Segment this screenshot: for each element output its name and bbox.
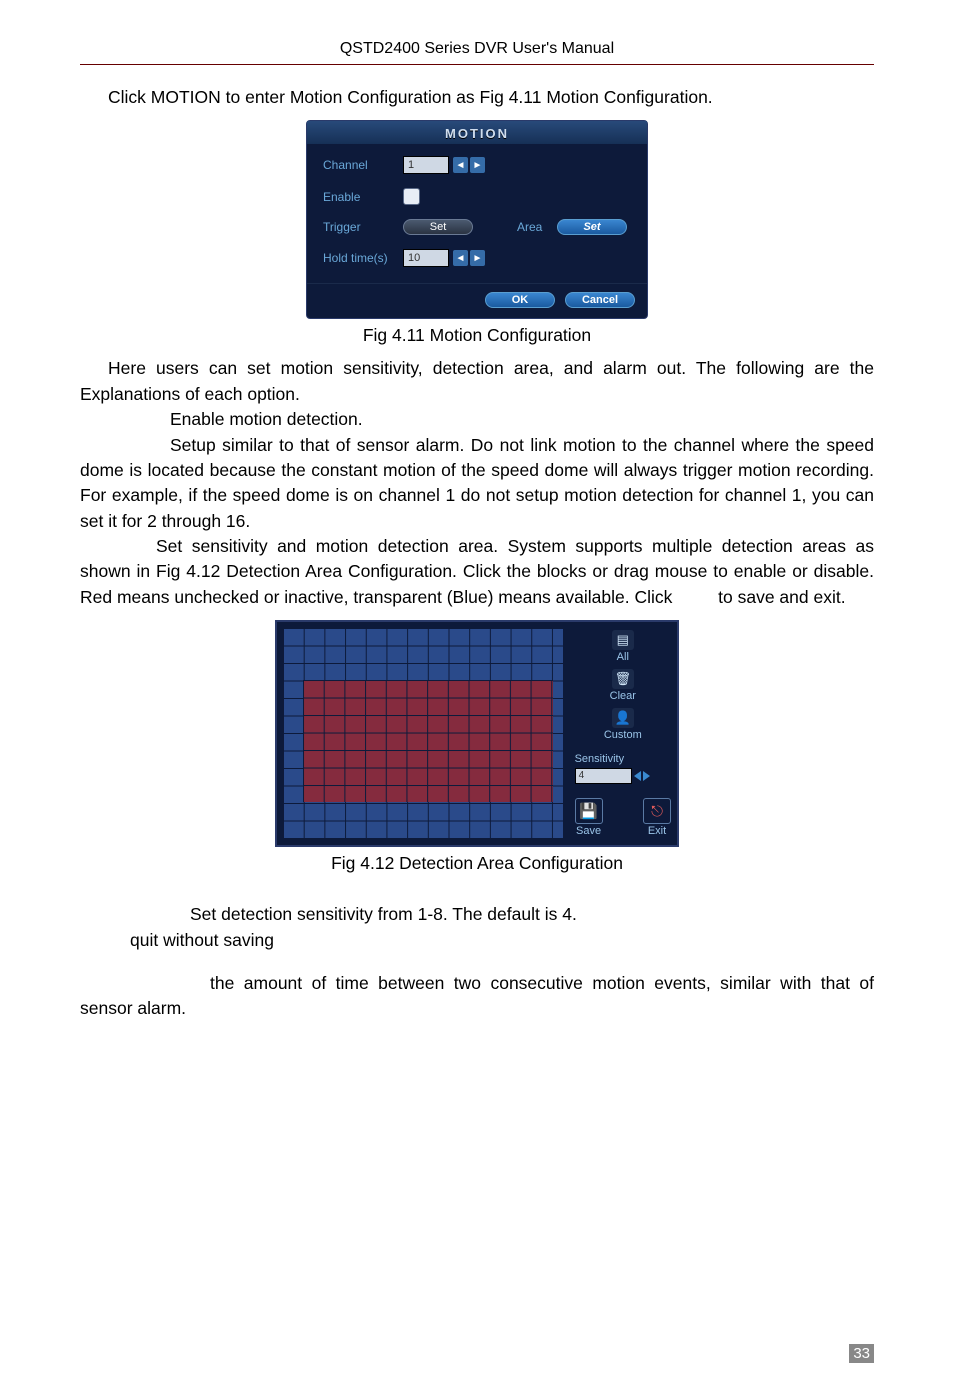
area-label: Area (517, 220, 557, 234)
paragraph-text: to save and exit. (718, 587, 845, 607)
cancel-button[interactable]: Cancel (565, 292, 635, 308)
trigger-set-button[interactable]: Set (403, 219, 473, 235)
figure-caption: Fig 4.12 Detection Area Configuration (80, 853, 874, 874)
channel-increment-icon[interactable]: ► (470, 157, 485, 173)
custom-icon: 👤 (612, 708, 634, 728)
holdtime-decrement-icon[interactable]: ◄ (453, 250, 468, 266)
sensitivity-increment-icon[interactable] (643, 771, 650, 781)
page-header: QSTD2400 Series DVR User's Manual (80, 40, 874, 65)
channel-input[interactable]: 1 (403, 156, 449, 174)
sensitivity-label: Sensitivity (575, 753, 671, 765)
sensitivity-input[interactable]: 4 (575, 768, 632, 784)
channel-label: Channel (323, 158, 403, 172)
motion-dialog: MOTION Channel 1 ◄ ► Enable Trigger Se (306, 120, 648, 319)
clear-label: Clear (610, 690, 636, 702)
holdtime-increment-icon[interactable]: ► (470, 250, 485, 266)
figure-caption: Fig 4.11 Motion Configuration (80, 325, 874, 346)
dialog-title: MOTION (307, 121, 647, 144)
paragraph: Set detection sensitivity from 1-8. The … (80, 902, 874, 927)
custom-label: Custom (604, 729, 642, 741)
holdtime-label: Hold time(s) (323, 251, 403, 265)
exit-button[interactable]: ⎋ Exit (643, 798, 671, 837)
paragraph: Enable motion detection. (80, 407, 874, 432)
save-icon: 💾 (575, 798, 603, 824)
all-button[interactable]: ▤ All (575, 630, 671, 663)
paragraph: Setup similar to that of sensor alarm. D… (80, 433, 874, 535)
clear-icon: 🗑 (612, 669, 634, 689)
paragraph: quit without saving (80, 928, 874, 953)
enable-label: Enable (323, 190, 403, 204)
custom-button[interactable]: 👤 Custom (575, 708, 671, 741)
channel-decrement-icon[interactable]: ◄ (453, 157, 468, 173)
exit-label: Exit (648, 825, 666, 837)
save-label: Save (576, 825, 601, 837)
paragraph: the amount of time between two consecuti… (80, 971, 874, 1022)
detection-inactive-zone (303, 680, 553, 802)
paragraph: Set sensitivity and motion detection are… (80, 534, 874, 610)
detection-area-dialog: ▤ All 🗑 Clear 👤 Custom Sensitivity (275, 620, 679, 847)
paragraph: Click MOTION to enter Motion Configurati… (80, 85, 874, 110)
save-button[interactable]: 💾 Save (575, 798, 603, 837)
all-icon: ▤ (612, 630, 634, 650)
detection-grid[interactable] (283, 628, 563, 838)
area-set-button[interactable]: Set (557, 219, 627, 235)
clear-button[interactable]: 🗑 Clear (575, 669, 671, 702)
all-label: All (617, 651, 629, 663)
paragraph: Here users can set motion sensitivity, d… (80, 356, 874, 407)
trigger-label: Trigger (323, 220, 403, 234)
sensitivity-decrement-icon[interactable] (634, 771, 641, 781)
page-number: 33 (849, 1344, 874, 1363)
enable-checkbox[interactable] (403, 188, 420, 205)
ok-button[interactable]: OK (485, 292, 555, 308)
holdtime-input[interactable]: 10 (403, 249, 449, 267)
exit-icon: ⎋ (643, 798, 671, 824)
